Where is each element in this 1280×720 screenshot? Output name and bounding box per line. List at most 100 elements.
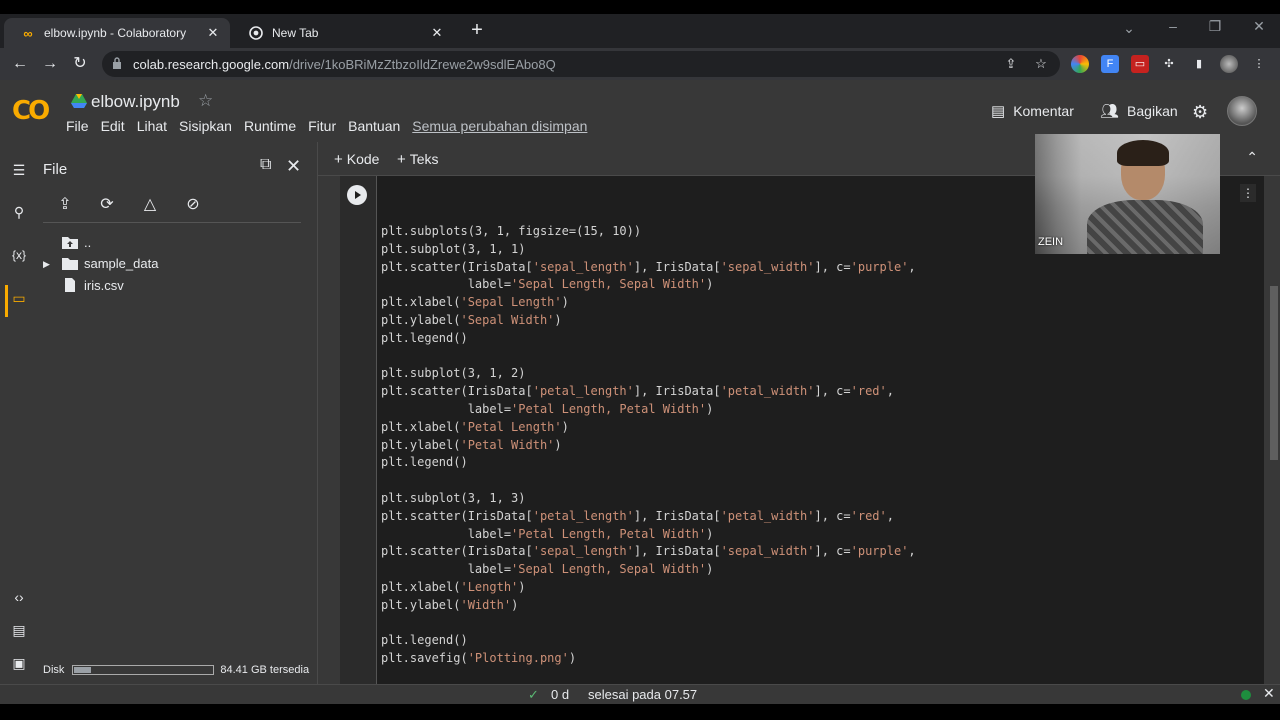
bookmark-star-icon[interactable]: ☆ [1032,55,1050,73]
menu-help[interactable]: Bantuan [348,118,400,134]
hide-files-icon[interactable]: ⊘ [182,194,204,216]
comment-button[interactable]: ▤ Komentar [991,102,1074,120]
toc-icon[interactable]: ☰ [8,159,30,181]
code-line: plt.xlabel('Petal Length') [381,419,569,434]
tree-item-label: .. [84,234,92,250]
rail-active-indicator [5,285,8,317]
code-line: plt.scatter(IrisData['petal_length'], Ir… [381,508,894,523]
gear-icon[interactable]: ⚙ [1192,102,1208,123]
upload-file-icon[interactable]: ⇪ [54,194,76,216]
code-line: plt.xlabel('Length') [381,579,526,594]
menu-edit[interactable]: Edit [101,118,125,134]
code-snippets-icon[interactable]: ‹› [8,586,30,608]
left-rail: ☰ ⚲ {x} ▭ ‹› ▤ ▣ [0,142,36,684]
open-in-tab-icon[interactable]: ⧉ [260,156,271,174]
add-text-label: Teks [409,151,439,167]
command-palette-icon[interactable]: ▤ [8,619,30,641]
tree-item-parent[interactable]: .. [62,232,91,252]
menu-tools[interactable]: Fitur [308,118,336,134]
puzzle-icon[interactable]: ✣ [1160,55,1178,73]
back-icon[interactable]: ← [10,54,30,74]
extension-icon[interactable] [1071,55,1089,73]
menu-runtime[interactable]: Runtime [244,118,296,134]
reload-icon[interactable]: ↻ [70,54,90,74]
terminal-icon[interactable]: ▣ [8,652,30,674]
extension-icon[interactable]: ▭ [1131,55,1149,73]
avatar[interactable] [1227,96,1257,126]
code-line: plt.subplot(3, 1, 3) [381,490,526,505]
execution-complete-text: selesai pada 07.57 [588,687,698,702]
colab-logo[interactable]: CO [12,96,56,126]
close-icon[interactable]: ✕ [286,156,301,177]
code-line: plt.legend() [381,633,468,648]
lock-icon [113,57,121,69]
star-icon[interactable]: ☆ [198,91,213,111]
scrollbar[interactable] [1268,176,1280,684]
close-icon[interactable]: ✕ [1263,685,1275,702]
plus-icon: + [334,151,343,168]
minimize-icon[interactable]: – [1163,18,1183,34]
code-line: label='Petal Length, Petal Width') [381,401,714,416]
menu-file[interactable]: File [66,118,89,134]
code-line: plt.scatter(IrisData['sepal_length'], Ir… [381,544,916,559]
browser-toolbar: ← → ↻ colab.research.google.com/drive/1k… [0,48,1280,80]
extension-icon[interactable]: F [1101,55,1119,73]
menu-insert[interactable]: Sisipkan [179,118,232,134]
new-tab-icon[interactable]: + [466,20,488,42]
run-cell-button[interactable] [347,185,367,205]
share-button[interactable]: 👥︎ Bagikan [1100,102,1178,120]
add-text-button[interactable]: + Teks [397,151,439,168]
variables-icon[interactable]: {x} [8,244,30,266]
side-panel-icon[interactable]: ▮ [1190,55,1208,73]
expand-caret-icon[interactable]: ▶ [43,259,50,270]
menu-view[interactable]: Lihat [137,118,167,134]
browser-tab-colab[interactable]: ∞ elbow.ipynb - Colaboratory ✕ [4,18,230,48]
profile-icon[interactable] [1220,55,1238,73]
address-bar[interactable]: colab.research.google.com/drive/1koBRiMz… [102,51,1060,77]
screen: ∞ elbow.ipynb - Colaboratory ✕ New Tab ✕… [0,0,1280,720]
folder-icon [62,258,78,270]
tab-search-icon[interactable]: ⌄ [1119,20,1139,37]
notebook-title[interactable]: elbow.ipynb [91,92,180,112]
close-tab-icon[interactable]: ✕ [430,26,444,40]
code-line: plt.scatter(IrisData['sepal_length'], Ir… [381,259,916,274]
save-status-link[interactable]: Semua perubahan disimpan [412,118,587,134]
code-text[interactable]: plt.subplots(3, 1, figsize=(15, 10)) plt.… [381,223,916,668]
colab-header: CO elbow.ipynb ☆ File Edit Lihat Sisipka… [0,80,1280,142]
people-icon: 👥︎ [1100,103,1120,120]
browser-tabstrip: ∞ elbow.ipynb - Colaboratory ✕ New Tab ✕… [0,14,1280,48]
webcam-person-hair [1117,140,1169,166]
tree-item-file[interactable]: iris.csv [62,275,124,295]
colab-icon: ∞ [23,25,33,41]
browser-tab-newtab[interactable]: New Tab ✕ [232,18,454,48]
tree-item-folder[interactable]: sample_data [62,253,158,273]
cell-menu-icon[interactable]: ⋮ [1240,184,1256,202]
code-line: plt.legend() [381,455,468,470]
search-icon[interactable]: ⚲ [8,201,30,223]
close-tab-icon[interactable]: ✕ [206,26,220,40]
disk-usage-fill [74,667,91,673]
forward-icon[interactable]: → [40,54,60,74]
add-code-button[interactable]: + Kode [334,151,379,168]
code-line: label='Sepal Length, Sepal Width') [381,562,714,577]
chevron-up-icon[interactable]: ⌃ [1246,149,1258,166]
refresh-folder-icon[interactable]: ⟳ [96,194,118,216]
url-text: colab.research.google.com/drive/1koBRiMz… [133,57,556,72]
code-line: plt.ylabel('Sepal Width') [381,312,562,327]
drive-icon [71,94,87,108]
webcam-overlay: ZEIN [1035,134,1220,254]
cell-gutter [340,176,376,684]
code-line: label='Petal Length, Petal Width') [381,526,714,541]
folder-icon[interactable]: ▭ [8,287,30,309]
mount-drive-icon[interactable]: △ [139,194,161,216]
window-close-icon[interactable]: ✕ [1249,18,1269,35]
runtime-status-dot[interactable] [1241,690,1251,700]
scrollbar-thumb[interactable] [1270,286,1278,460]
menu-kebab-icon[interactable]: ⋮ [1250,55,1268,73]
restore-icon[interactable]: ❐ [1205,18,1225,35]
share-page-icon[interactable]: ⇪ [1002,55,1020,73]
status-bar: ✓ 0 d selesai pada 07.57 ✕ [0,684,1280,704]
comment-icon: ▤ [991,103,1006,120]
